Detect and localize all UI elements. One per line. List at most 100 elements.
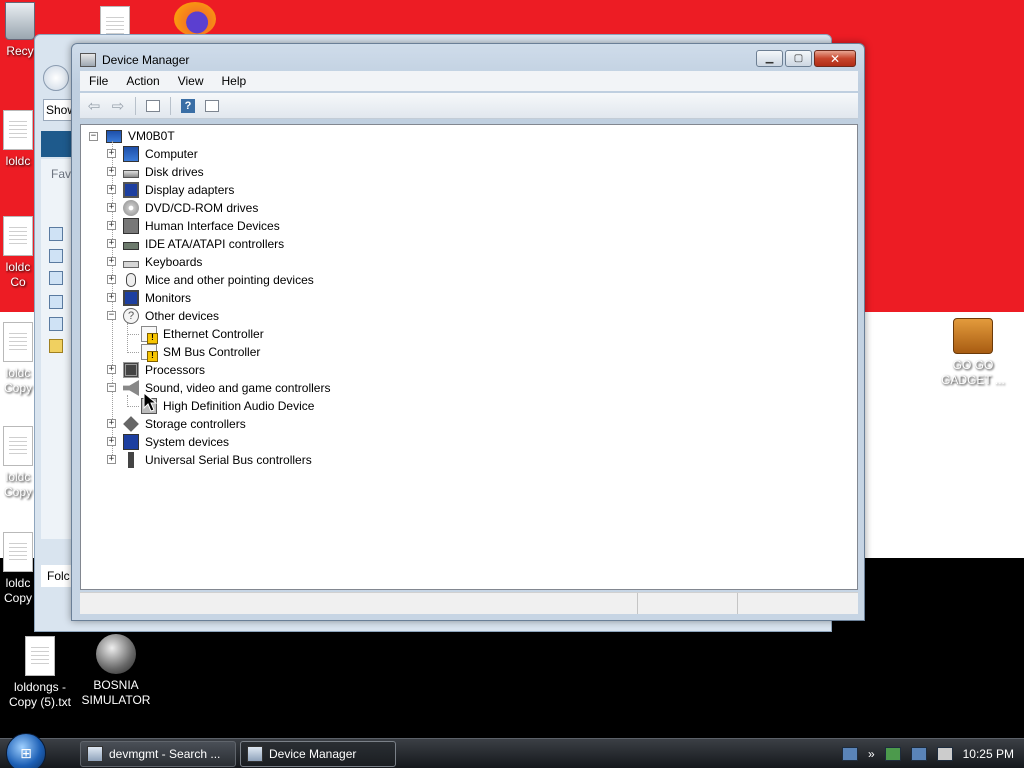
tree-category-label: Universal Serial Bus controllers xyxy=(145,453,312,467)
desktop-icon-file-1[interactable]: loldc xyxy=(0,110,36,180)
desktop-icon-bosnia-simulator[interactable]: BOSNIA SIMULATOR xyxy=(76,634,156,708)
network-sharing-icon[interactable] xyxy=(884,747,901,761)
desktop-toolbar-icon[interactable] xyxy=(841,747,858,761)
tree-category-node[interactable]: + System devices xyxy=(107,433,229,451)
expand-icon[interactable]: + xyxy=(107,149,116,158)
expand-icon[interactable]: + xyxy=(107,437,116,446)
tree-category-label: Monitors xyxy=(145,291,192,305)
status-pane xyxy=(738,593,856,614)
desktop-icon-loldongs-copy-5[interactable]: loldongs - Copy (5).txt xyxy=(0,636,80,710)
ide-icon xyxy=(123,242,139,250)
clock[interactable]: 10:25 PM xyxy=(963,747,1014,761)
menu-file[interactable]: File xyxy=(80,74,117,88)
tree-device-node[interactable]: High Definition Audio Device xyxy=(141,397,314,415)
menu-view[interactable]: View xyxy=(169,74,213,88)
expand-icon[interactable]: + xyxy=(107,257,116,266)
expand-icon[interactable]: + xyxy=(107,275,116,284)
desktop-icon-label: loldc xyxy=(5,470,31,484)
device-warning-icon xyxy=(141,326,158,344)
tree-category-node[interactable]: + Human Interface Devices xyxy=(107,217,280,235)
favorite-link-icon[interactable] xyxy=(49,317,63,331)
tree-category-label: Computer xyxy=(145,147,198,161)
tree-category-node[interactable]: + Processors xyxy=(107,361,205,379)
desktop-icon-go-go-gadget[interactable]: GO GO GADGET ... xyxy=(933,318,1013,388)
other-devices-icon: ? xyxy=(123,308,139,324)
favorite-link-icon[interactable] xyxy=(49,227,63,241)
network-icon[interactable] xyxy=(910,747,927,761)
desktop-icon-file-3[interactable]: loldc Copy xyxy=(0,322,36,402)
title-bar[interactable]: Device Manager xyxy=(80,51,189,69)
tree-category-node[interactable]: + Universal Serial Bus controllers xyxy=(107,451,312,469)
text-file-icon xyxy=(3,426,33,466)
tree-category-node[interactable]: + Monitors xyxy=(107,289,192,307)
tree-device-node[interactable]: SM Bus Controller xyxy=(141,343,260,362)
expand-icon[interactable]: + xyxy=(107,185,116,194)
chevron-right-icon[interactable]: » xyxy=(868,747,875,761)
firefox-icon[interactable] xyxy=(174,2,216,36)
tree-category-node[interactable]: + Storage controllers xyxy=(107,415,246,433)
tree-category-node[interactable]: + Mice and other pointing devices xyxy=(107,271,314,289)
collapse-icon[interactable]: − xyxy=(107,383,116,392)
expand-icon[interactable]: + xyxy=(107,419,116,428)
folders-label[interactable]: Folc xyxy=(41,565,75,587)
mouse-icon xyxy=(126,273,136,287)
desktop-icon-file-2[interactable]: loldc Co xyxy=(0,216,36,296)
device-manager-window[interactable]: Device Manager ▁ ▢ ✕ File Action View He… xyxy=(71,43,865,621)
desktop-icon-file-4[interactable]: loldc Copy xyxy=(0,426,36,506)
start-button[interactable]: ⊞ xyxy=(6,733,46,768)
tree-category-node[interactable]: + IDE ATA/ATAPI controllers xyxy=(107,235,284,253)
back-arrow-icon[interactable]: ⇦ xyxy=(84,96,104,116)
tree-device-node[interactable]: Ethernet Controller xyxy=(141,325,264,344)
desktop-icon-recycle-bin[interactable]: Recy xyxy=(0,2,36,72)
device-warning-icon xyxy=(141,344,158,362)
disk-drive-icon xyxy=(123,170,139,178)
tree-connector-line xyxy=(127,334,139,335)
favorite-link-icon[interactable] xyxy=(49,271,63,285)
briefcase-icon xyxy=(953,318,993,354)
expand-icon[interactable]: + xyxy=(107,203,116,212)
expand-icon[interactable]: + xyxy=(107,167,116,176)
status-bar xyxy=(80,592,858,614)
tree-root-node[interactable]: − VM0B0T xyxy=(89,127,175,145)
help-icon[interactable]: ? xyxy=(178,96,198,116)
menu-help[interactable]: Help xyxy=(213,74,256,88)
tree-category-node[interactable]: + Disk drives xyxy=(107,163,204,181)
expand-icon[interactable]: + xyxy=(107,365,116,374)
collapse-icon[interactable]: − xyxy=(107,311,116,320)
favorite-link-icon[interactable] xyxy=(49,249,63,263)
folder-icon[interactable] xyxy=(49,339,63,353)
expand-icon[interactable]: + xyxy=(107,455,116,464)
desktop-icon-file-5[interactable]: loldc Copy xyxy=(0,532,36,612)
expand-icon[interactable]: + xyxy=(107,293,116,302)
tree-category-node[interactable]: + Keyboards xyxy=(107,253,202,271)
tree-category-node[interactable]: + DVD/CD-ROM drives xyxy=(107,199,258,217)
volume-muted-icon[interactable] xyxy=(936,747,953,761)
maximize-button[interactable]: ▢ xyxy=(785,50,812,67)
properties-icon[interactable] xyxy=(202,96,222,116)
forward-arrow-icon[interactable]: ⇨ xyxy=(108,96,128,116)
device-tree[interactable]: − VM0B0T + Computer + Disk drives + Display a… xyxy=(80,124,858,590)
expand-icon[interactable]: + xyxy=(107,239,116,248)
taskbar-button-search[interactable]: devmgmt - Search ... xyxy=(80,741,236,767)
desktop-icon-file-top[interactable] xyxy=(100,6,130,37)
tree-category-label: Mice and other pointing devices xyxy=(145,273,314,287)
close-button[interactable]: ✕ xyxy=(814,50,856,67)
tree-category-node[interactable]: + Computer xyxy=(107,145,198,163)
minimize-button[interactable]: ▁ xyxy=(756,50,783,67)
show-hide-console-tree-icon[interactable] xyxy=(143,96,163,116)
show-field[interactable]: Show xyxy=(43,99,73,121)
tree-category-node[interactable]: −? Other devices xyxy=(107,307,219,325)
tree-category-node[interactable]: + Display adapters xyxy=(107,181,234,199)
toolbar: ⇦ ⇨ ? xyxy=(80,93,858,119)
menu-action[interactable]: Action xyxy=(117,74,168,88)
desktop-icon-label-2: Copy (5).txt xyxy=(8,695,71,709)
desktop-icon-label: GO GO xyxy=(952,358,994,372)
organize-bar[interactable] xyxy=(41,131,75,157)
expand-icon[interactable]: + xyxy=(107,221,116,230)
taskbar-button-device-manager[interactable]: Device Manager xyxy=(240,741,396,767)
favorite-link-icon[interactable] xyxy=(49,295,63,309)
collapse-icon[interactable]: − xyxy=(89,131,98,141)
back-navigation-button[interactable] xyxy=(43,65,69,91)
text-file-icon xyxy=(3,216,33,256)
desktop-icon-label-2: Copy xyxy=(3,381,32,395)
